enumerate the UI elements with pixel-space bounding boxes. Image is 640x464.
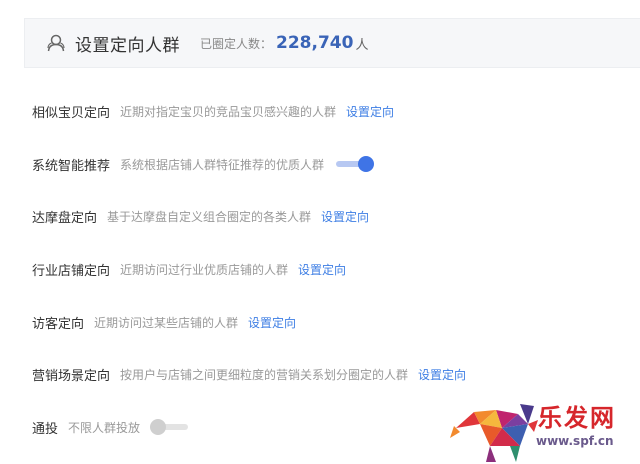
row-dmp: 达摩盘定向 基于达摩盘自定义组合圈定的各类人群 设置定向 <box>32 206 369 226</box>
row-desc: 近期访问过某些店铺的人群 <box>94 315 239 330</box>
crowd-icon <box>45 32 67 54</box>
page-header: 设置定向人群 已圈定人数： 228,740 人 <box>24 18 640 68</box>
brand-name: 乐发网 <box>538 403 616 432</box>
row-marketing-scene: 营销场景定向 按用户与店铺之间更细粒度的营销关系划分圈定的人群 设置定向 <box>32 364 466 384</box>
row-desc: 近期对指定宝贝的竞品宝贝感兴趣的人群 <box>120 104 337 119</box>
count-unit: 人 <box>355 37 369 53</box>
row-label: 访客定向 <box>32 316 85 332</box>
broad-toggle[interactable] <box>150 419 190 435</box>
set-targeting-link[interactable]: 设置定向 <box>298 261 346 278</box>
row-label: 营销场景定向 <box>32 368 111 384</box>
set-targeting-link[interactable]: 设置定向 <box>418 366 466 383</box>
row-industry-store: 行业店铺定向 近期访问过行业优质店铺的人群 设置定向 <box>32 259 346 279</box>
set-targeting-link[interactable]: 设置定向 <box>321 208 369 225</box>
watermark-logo: 乐发网 www.spf.cn <box>450 398 640 464</box>
brand-url: www.spf.cn <box>536 434 614 448</box>
row-desc: 基于达摩盘自定义组合圈定的各类人群 <box>107 209 312 224</box>
row-label: 系统智能推荐 <box>32 158 111 174</box>
row-visitor: 访客定向 近期访问过某些店铺的人群 设置定向 <box>32 312 296 332</box>
count-value: 228,740 <box>276 33 354 53</box>
row-desc: 按用户与店铺之间更细粒度的营销关系划分圈定的人群 <box>120 367 409 382</box>
count-label: 已圈定人数： <box>200 36 273 51</box>
toggle-knob <box>358 156 375 172</box>
row-desc: 系统根据店铺人群特征推荐的优质人群 <box>120 157 325 172</box>
row-broad: 通投 不限人群投放 <box>32 417 190 437</box>
set-targeting-link[interactable]: 设置定向 <box>346 103 394 120</box>
row-desc: 不限人群投放 <box>68 420 141 435</box>
page-title: 设置定向人群 <box>75 35 180 56</box>
row-desc: 近期访问过行业优质店铺的人群 <box>120 262 289 277</box>
row-smart-recommend: 系统智能推荐 系统根据店铺人群特征推荐的优质人群 <box>32 154 375 174</box>
row-label: 通投 <box>32 421 59 437</box>
toggle-knob <box>150 419 167 435</box>
bull-icon <box>450 404 538 462</box>
set-targeting-link[interactable]: 设置定向 <box>248 314 296 331</box>
row-label: 相似宝贝定向 <box>32 105 111 121</box>
row-similar-item: 相似宝贝定向 近期对指定宝贝的竞品宝贝感兴趣的人群 设置定向 <box>32 101 394 121</box>
smart-recommend-toggle[interactable] <box>334 156 375 172</box>
row-label: 达摩盘定向 <box>32 210 98 226</box>
row-label: 行业店铺定向 <box>32 263 111 279</box>
